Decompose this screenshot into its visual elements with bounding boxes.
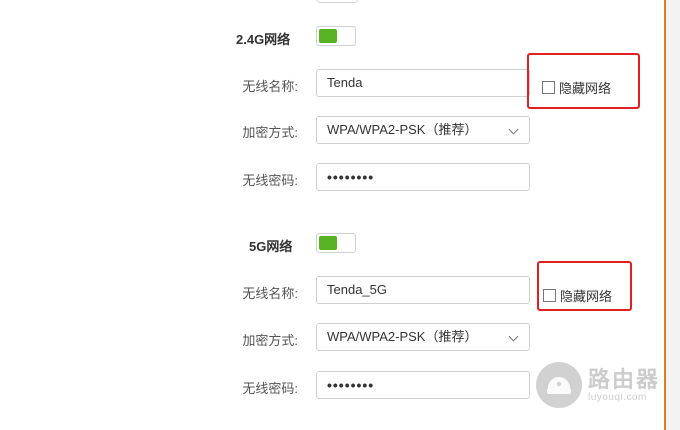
chevron-down-icon xyxy=(508,124,519,135)
hide-network-label-2g: 隐藏网络 xyxy=(559,81,612,96)
watermark: 路由器 luyouqi.com xyxy=(536,362,660,408)
hide-network-5g[interactable]: 隐藏网络 xyxy=(543,286,612,305)
wifi-5g-toggle[interactable] xyxy=(316,233,356,253)
router-logo-icon xyxy=(536,362,582,408)
ssid-label-2g: 无线名称: xyxy=(242,79,298,94)
section-title-5g: 5G网络 xyxy=(249,239,293,254)
encryption-select-2g[interactable]: WPA/WPA2-PSK（推荐） xyxy=(316,116,530,144)
watermark-text: 路由器 xyxy=(588,366,661,392)
watermark-url: luyouqi.com xyxy=(588,391,647,403)
encryption-label-2g: 加密方式: xyxy=(242,125,298,140)
chevron-down-icon xyxy=(508,331,519,342)
encryption-select-5g[interactable]: WPA/WPA2-PSK（推荐） xyxy=(316,323,530,351)
previous-toggle-edge xyxy=(316,0,358,3)
toggle-on-indicator xyxy=(319,29,337,43)
encryption-value-2g: WPA/WPA2-PSK（推荐） xyxy=(327,122,478,137)
password-label-5g: 无线密码: xyxy=(242,381,298,396)
ssid-input-2g[interactable]: Tenda xyxy=(316,69,530,97)
page-edge xyxy=(664,0,680,430)
hide-network-2g[interactable]: 隐藏网络 xyxy=(542,78,611,97)
password-label-2g: 无线密码: xyxy=(242,173,298,188)
ssid-label-5g: 无线名称: xyxy=(242,286,298,301)
ssid-input-5g[interactable]: Tenda_5G xyxy=(316,276,530,304)
hide-network-checkbox-5g[interactable] xyxy=(543,289,556,302)
toggle-on-indicator xyxy=(319,236,337,250)
password-input-5g[interactable]: •••••••• xyxy=(316,371,530,399)
encryption-label-5g: 加密方式: xyxy=(242,333,298,348)
hide-network-label-5g: 隐藏网络 xyxy=(560,289,613,304)
hide-network-checkbox-2g[interactable] xyxy=(542,81,555,94)
section-title-2g: 2.4G网络 xyxy=(236,32,291,47)
password-input-2g[interactable]: •••••••• xyxy=(316,163,530,191)
wifi-2g-toggle[interactable] xyxy=(316,26,356,46)
encryption-value-5g: WPA/WPA2-PSK（推荐） xyxy=(327,329,478,344)
